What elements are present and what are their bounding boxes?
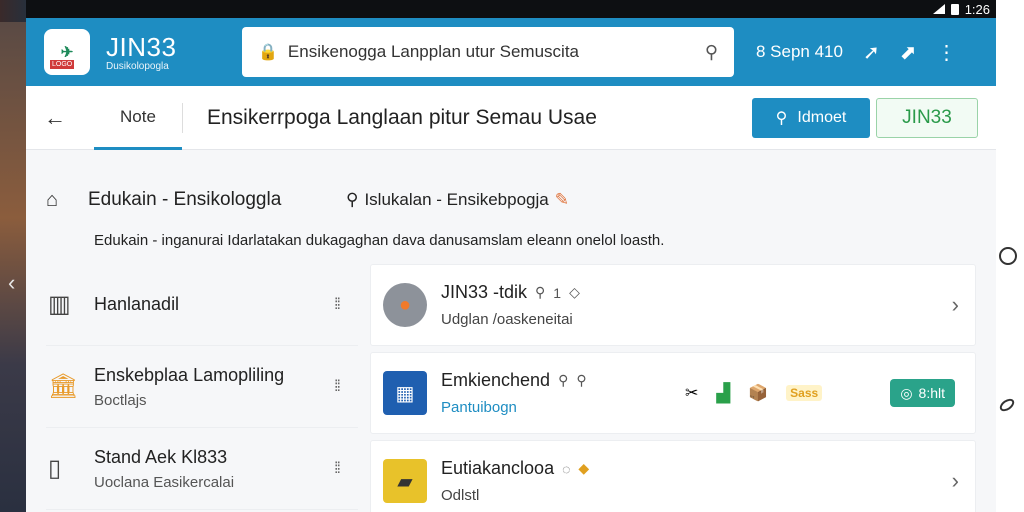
refresh-icon: ◌ <box>562 460 571 477</box>
page-title: Ensikerrpoga Langlaan pitur Semau Usae <box>207 105 597 129</box>
header-actions: 8 Sepn 410 ➚ ⬈ ⋮ <box>756 40 957 65</box>
search-icon[interactable]: ⚲ <box>705 42 718 63</box>
brand-outline-button[interactable]: JIN33 <box>876 97 978 138</box>
list-item[interactable]: 🏛 Enskebplaa Lamopliling Boctlajs ⁞⁞ <box>46 346 358 428</box>
package-icon: 📦 <box>748 385 769 402</box>
drag-handle-icon[interactable]: ⁞⁞ <box>334 460 358 478</box>
content-grid: ▥ Hanlanadil ⁞⁞ 🏛 Enskebplaa Lamopliling… <box>46 264 976 512</box>
search-icon: ⚲ <box>576 372 587 388</box>
chevron-right-icon[interactable]: › <box>952 468 959 494</box>
primary-button-label: Idmoet <box>797 108 847 126</box>
more-vert-icon[interactable]: ⋮ <box>937 40 957 65</box>
back-arrow-icon[interactable]: ← <box>44 105 94 131</box>
tools-icon: ✂ <box>685 385 699 402</box>
list-item[interactable]: ▯ Stand Aek Kl833 Uoclana Easikercalai ⁞… <box>46 428 358 510</box>
left-backdrop: ‹ <box>0 22 26 512</box>
columns-icon: ▥ <box>48 291 71 318</box>
app-logo[interactable]: ✈ LOGO <box>44 29 90 75</box>
section-heading: ⌂ Edukain - Ensikologgla ⚲ Islukalan - E… <box>46 150 976 236</box>
search-bar[interactable]: 🔒 ⚲ <box>242 27 734 77</box>
list-item-title: Hanlanadil <box>94 294 180 314</box>
logo-tag: LOGO <box>50 60 75 69</box>
diamond-icon: ◇ <box>569 284 580 300</box>
card-item[interactable]: ▰ Eutiakanclooa ◌ ◆ Odlstl › <box>370 440 976 512</box>
orange-ball-icon: ● <box>383 283 427 327</box>
location-icon: ⚲ <box>535 284 546 300</box>
pin-icon: ✎ <box>554 190 569 209</box>
search-input[interactable] <box>287 42 695 62</box>
door-icon: ▯ <box>48 455 62 482</box>
divider <box>182 102 183 133</box>
chart-icon: ▟ <box>716 382 731 403</box>
search-icon: ⚲ <box>775 109 788 127</box>
magnify-icon: ⚲ <box>346 190 359 209</box>
external-link-icon[interactable]: ⬈ <box>900 40 917 65</box>
card-item[interactable]: ● JIN33 -tdik ⚲ 1 ◇ Udglan /oaskeneitai … <box>370 264 976 346</box>
heading-left: Edukain - Ensikologgla <box>88 189 282 210</box>
card-title: JIN33 -tdik <box>441 282 528 302</box>
card-subtitle[interactable]: Pantuibogn <box>441 399 671 416</box>
list-item-title: Enskebplaa Lamopliling <box>94 364 285 385</box>
box-icon: ▦ <box>383 371 427 415</box>
truck-icon: ▰ <box>383 459 427 503</box>
brand: JIN33 Dusikolopogla <box>106 33 226 72</box>
right-rail <box>996 0 1024 512</box>
signal-icon <box>932 4 945 14</box>
section-description: Edukain - inganurai Idarlatakan dukagagh… <box>94 232 665 249</box>
brand-name: JIN33 <box>106 31 177 62</box>
status-bar: 1:26 <box>26 0 996 18</box>
bank-icon: 🏛 <box>48 373 79 400</box>
list-item[interactable]: ▥ Hanlanadil ⁞⁞ <box>46 264 358 346</box>
card-subtitle: Udglan /oaskeneitai <box>441 311 573 328</box>
header-info-text: 8 Sepn 410 <box>756 42 843 61</box>
drag-handle-icon[interactable]: ⁞⁞ <box>334 378 358 396</box>
status-badge[interactable]: ◎ 8:hlt <box>890 379 955 407</box>
card-extra-icons: ✂ ▟ 📦 Sass <box>685 382 823 404</box>
promo-label: Sass <box>786 385 823 401</box>
tab-note[interactable]: Note <box>94 86 182 150</box>
card-item[interactable]: ▦ Emkienchend ⚲ ⚲ Pantuibogn ✂ ▟ 📦 Sass … <box>370 352 976 434</box>
right-list: ● JIN33 -tdik ⚲ 1 ◇ Udglan /oaskeneitai … <box>370 264 976 512</box>
status-time: 1:26 <box>964 1 990 17</box>
home-icon[interactable]: ⌂ <box>46 189 88 212</box>
diamond-icon: ◆ <box>578 460 590 476</box>
list-item-subtitle: Uoclana Easikercalai <box>94 473 235 491</box>
logo-mark-icon: ✈ <box>60 44 74 61</box>
card-meta: 1 <box>553 284 562 301</box>
heading-right-label: Islukalan - Ensikebpogja <box>364 190 549 209</box>
drag-handle-icon[interactable]: ⁞⁞ <box>334 296 358 314</box>
list-item-title: Stand Aek Kl833 <box>94 446 228 467</box>
status-badge-label: 8:hlt <box>918 385 945 401</box>
lock-icon: 🔒 <box>258 44 278 61</box>
location-icon: ⚲ <box>558 372 569 388</box>
battery-icon <box>950 3 959 15</box>
card-subtitle: Odlstl <box>441 487 480 504</box>
main-content: ⌂ Edukain - Ensikologgla ⚲ Islukalan - E… <box>26 150 996 512</box>
top-header: ✈ LOGO JIN33 Dusikolopogla 🔒 ⚲ 8 Sepn 41… <box>26 18 996 86</box>
heading-right[interactable]: ⚲ Islukalan - Ensikebpogja ✎ <box>346 190 569 210</box>
sub-header: ← Note Ensikerrpoga Langlaan pitur Semau… <box>26 86 996 150</box>
app-window: ✈ LOGO JIN33 Dusikolopogla 🔒 ⚲ 8 Sepn 41… <box>26 18 996 512</box>
circle-button-icon[interactable] <box>999 247 1017 265</box>
clock-icon: ◎ <box>900 384 913 401</box>
brand-subtitle: Dusikolopogla <box>106 60 169 72</box>
left-chevron-icon[interactable]: ‹ <box>8 270 15 296</box>
primary-button[interactable]: ⚲ Idmoet <box>752 97 870 138</box>
share-arrow-icon[interactable]: ➚ <box>863 40 880 65</box>
card-title: Eutiakanclooa <box>441 458 555 478</box>
list-item-subtitle: Boctlajs <box>94 391 147 409</box>
leaf-icon[interactable] <box>997 396 1017 414</box>
brand-outline-button-label: JIN33 <box>902 106 952 128</box>
left-list: ▥ Hanlanadil ⁞⁞ 🏛 Enskebplaa Lamopliling… <box>46 264 358 512</box>
card-title: Emkienchend <box>441 370 551 390</box>
chevron-right-icon[interactable]: › <box>952 292 959 318</box>
